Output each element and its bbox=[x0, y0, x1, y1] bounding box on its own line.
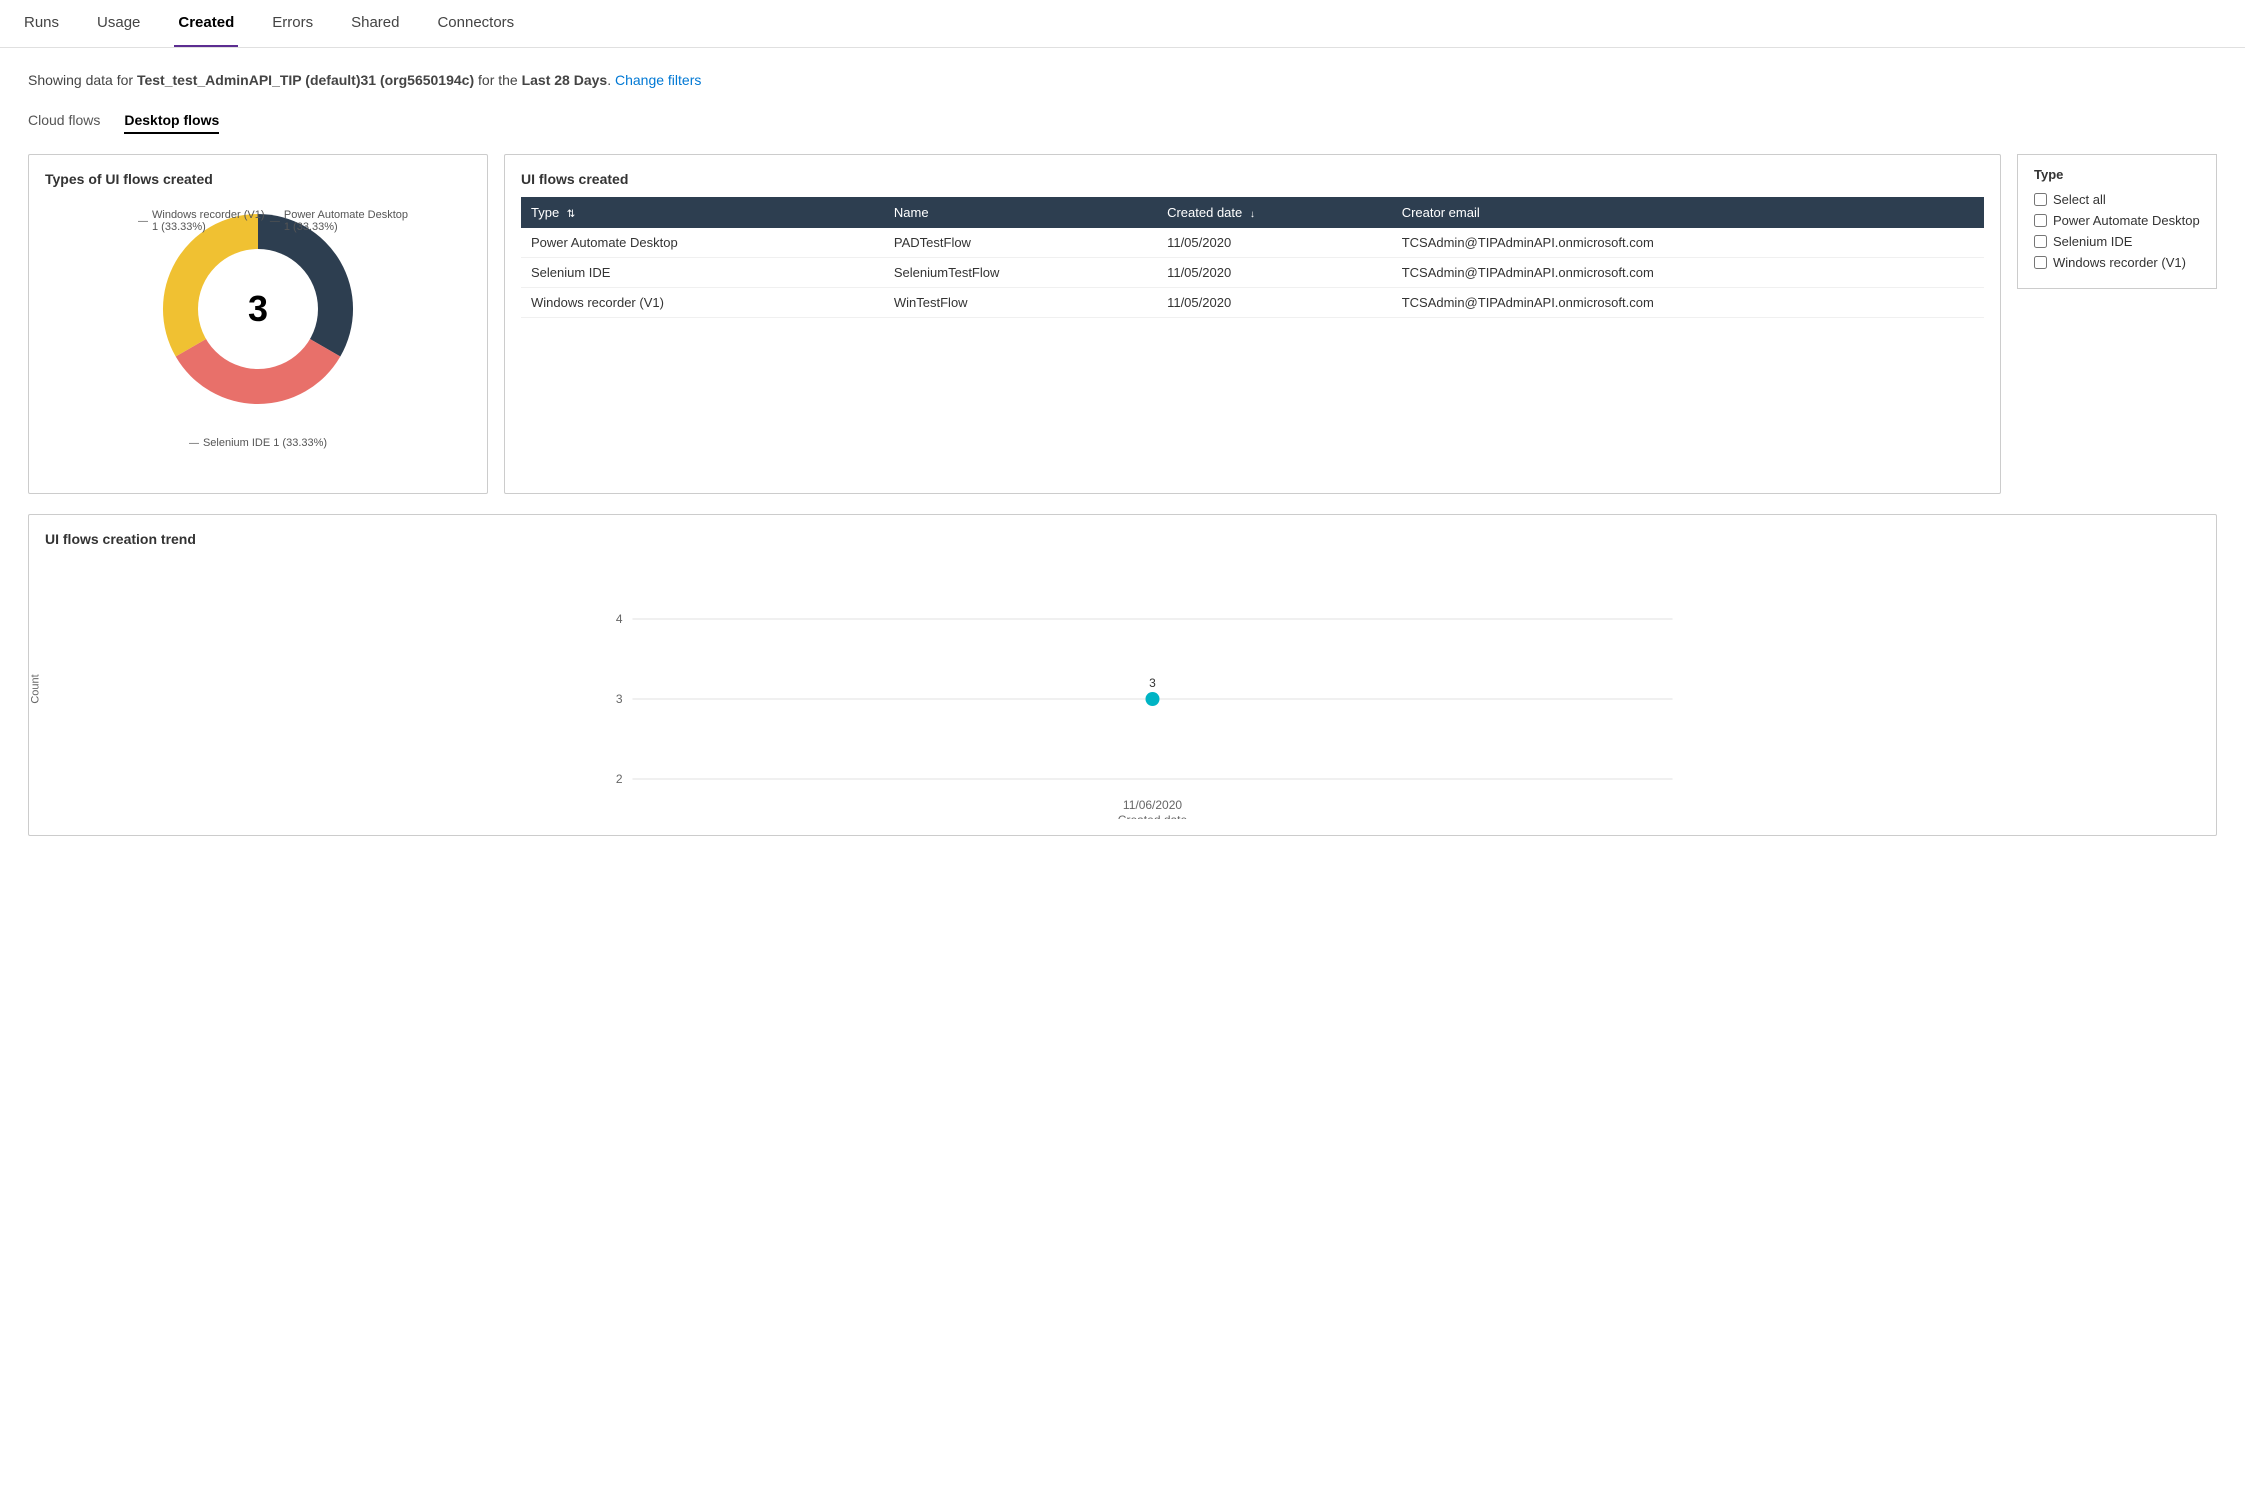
cell-email: TCSAdmin@TIPAdminAPI.onmicrosoft.com bbox=[1392, 258, 1984, 288]
cell-createdDate: 11/05/2020 bbox=[1157, 288, 1392, 318]
filter-panel: Type Select allPower Automate DesktopSel… bbox=[2017, 154, 2217, 289]
col-email: Creator email bbox=[1392, 197, 1984, 228]
info-suffix: . bbox=[607, 72, 611, 88]
cell-name: WinTestFlow bbox=[884, 288, 1157, 318]
filter-item: Windows recorder (V1) bbox=[2034, 255, 2200, 270]
trend-data-point bbox=[1146, 692, 1160, 706]
table-card: UI flows created Type ⇅ Name Created dat… bbox=[504, 154, 2001, 494]
table-row: Power Automate DesktopPADTestFlow11/05/2… bbox=[521, 228, 1984, 258]
nav-item-usage[interactable]: Usage bbox=[93, 0, 144, 47]
cell-email: TCSAdmin@TIPAdminAPI.onmicrosoft.com bbox=[1392, 288, 1984, 318]
info-period: Last 28 Days bbox=[522, 72, 608, 88]
table-row: Selenium IDESeleniumTestFlow11/05/2020TC… bbox=[521, 258, 1984, 288]
donut-chart-container: Windows recorder (V1)1 (33.33%) Power Au… bbox=[45, 199, 471, 459]
cell-name: PADTestFlow bbox=[884, 228, 1157, 258]
table-title: UI flows created bbox=[521, 171, 1984, 187]
filter-label: Select all bbox=[2053, 192, 2106, 207]
filter-label: Power Automate Desktop bbox=[2053, 213, 2200, 228]
trend-chart-card: UI flows creation trend Count 4 3 2 3 bbox=[28, 514, 2217, 836]
sort-icon-date: ↓ bbox=[1250, 209, 1255, 220]
sub-tab-desktop-flows[interactable]: Desktop flows bbox=[124, 112, 219, 134]
donut-label-windows: Windows recorder (V1)1 (33.33%) bbox=[138, 209, 264, 233]
flows-table: Type ⇅ Name Created date ↓ Creator email… bbox=[521, 197, 1984, 318]
nav-item-created[interactable]: Created bbox=[174, 0, 238, 47]
trend-svg: 4 3 2 3 11/06/2020 Created date bbox=[85, 559, 2200, 819]
table-header-row: Type ⇅ Name Created date ↓ Creator email bbox=[521, 197, 1984, 228]
main-content: Showing data for Test_test_AdminAPI_TIP … bbox=[0, 48, 2245, 860]
info-prefix: Showing data for bbox=[28, 72, 137, 88]
svg-text:3: 3 bbox=[1149, 676, 1156, 690]
change-filters-link[interactable]: Change filters bbox=[615, 72, 701, 88]
cell-createdDate: 11/05/2020 bbox=[1157, 258, 1392, 288]
sub-tabs: Cloud flows Desktop flows bbox=[28, 112, 2217, 134]
y-axis-label: Count bbox=[30, 674, 42, 703]
main-row: Types of UI flows created Windows record… bbox=[28, 154, 2217, 494]
sub-tab-cloud-flows[interactable]: Cloud flows bbox=[28, 112, 100, 134]
svg-text:2: 2 bbox=[616, 772, 623, 786]
top-nav: Runs Usage Created Errors Shared Connectors bbox=[0, 0, 2245, 48]
svg-text:3: 3 bbox=[616, 692, 623, 706]
filter-item: Selenium IDE bbox=[2034, 234, 2200, 249]
filter-checkbox[interactable] bbox=[2034, 193, 2047, 206]
filter-label: Windows recorder (V1) bbox=[2053, 255, 2186, 270]
filter-checkbox[interactable] bbox=[2034, 235, 2047, 248]
cell-name: SeleniumTestFlow bbox=[884, 258, 1157, 288]
info-for: for the bbox=[474, 72, 521, 88]
cell-type: Selenium IDE bbox=[521, 258, 884, 288]
info-bar: Showing data for Test_test_AdminAPI_TIP … bbox=[28, 72, 2217, 88]
trend-chart-wrapper: Count 4 3 2 3 11/06/2020 bbox=[45, 559, 2200, 819]
col-created-date[interactable]: Created date ↓ bbox=[1157, 197, 1392, 228]
donut-chart-title: Types of UI flows created bbox=[45, 171, 471, 187]
filter-checkbox[interactable] bbox=[2034, 256, 2047, 269]
nav-item-connectors[interactable]: Connectors bbox=[433, 0, 518, 47]
svg-text:4: 4 bbox=[616, 612, 623, 626]
filter-checkbox[interactable] bbox=[2034, 214, 2047, 227]
trend-chart-area: 4 3 2 3 11/06/2020 Created date bbox=[85, 559, 2200, 819]
filter-label: Selenium IDE bbox=[2053, 234, 2132, 249]
svg-text:11/06/2020: 11/06/2020 bbox=[1123, 798, 1182, 812]
cell-createdDate: 11/05/2020 bbox=[1157, 228, 1392, 258]
env-name: Test_test_AdminAPI_TIP (default)31 (org5… bbox=[137, 72, 474, 88]
filter-item: Power Automate Desktop bbox=[2034, 213, 2200, 228]
filter-panel-title: Type bbox=[2034, 167, 2200, 182]
donut-label-selenium: Selenium IDE 1 (33.33%) bbox=[189, 437, 327, 449]
nav-item-shared[interactable]: Shared bbox=[347, 0, 403, 47]
col-type[interactable]: Type ⇅ bbox=[521, 197, 884, 228]
nav-item-errors[interactable]: Errors bbox=[268, 0, 317, 47]
nav-item-runs[interactable]: Runs bbox=[20, 0, 63, 47]
cell-type: Power Automate Desktop bbox=[521, 228, 884, 258]
donut-labels: Windows recorder (V1)1 (33.33%) Power Au… bbox=[98, 199, 418, 459]
trend-chart-title: UI flows creation trend bbox=[45, 531, 2200, 547]
table-row: Windows recorder (V1)WinTestFlow11/05/20… bbox=[521, 288, 1984, 318]
cell-type: Windows recorder (V1) bbox=[521, 288, 884, 318]
filter-item: Select all bbox=[2034, 192, 2200, 207]
sort-icon-type: ⇅ bbox=[567, 209, 575, 220]
table-body: Power Automate DesktopPADTestFlow11/05/2… bbox=[521, 228, 1984, 318]
svg-text:Created date: Created date bbox=[1118, 813, 1188, 819]
cell-email: TCSAdmin@TIPAdminAPI.onmicrosoft.com bbox=[1392, 228, 1984, 258]
svg-text:3: 3 bbox=[248, 288, 268, 329]
donut-label-pad: Power Automate Desktop1 (33.33%) bbox=[270, 209, 408, 233]
col-name: Name bbox=[884, 197, 1157, 228]
donut-chart-card: Types of UI flows created Windows record… bbox=[28, 154, 488, 494]
filter-items: Select all Power Automate Desktop Selenium… bbox=[2034, 192, 2200, 270]
